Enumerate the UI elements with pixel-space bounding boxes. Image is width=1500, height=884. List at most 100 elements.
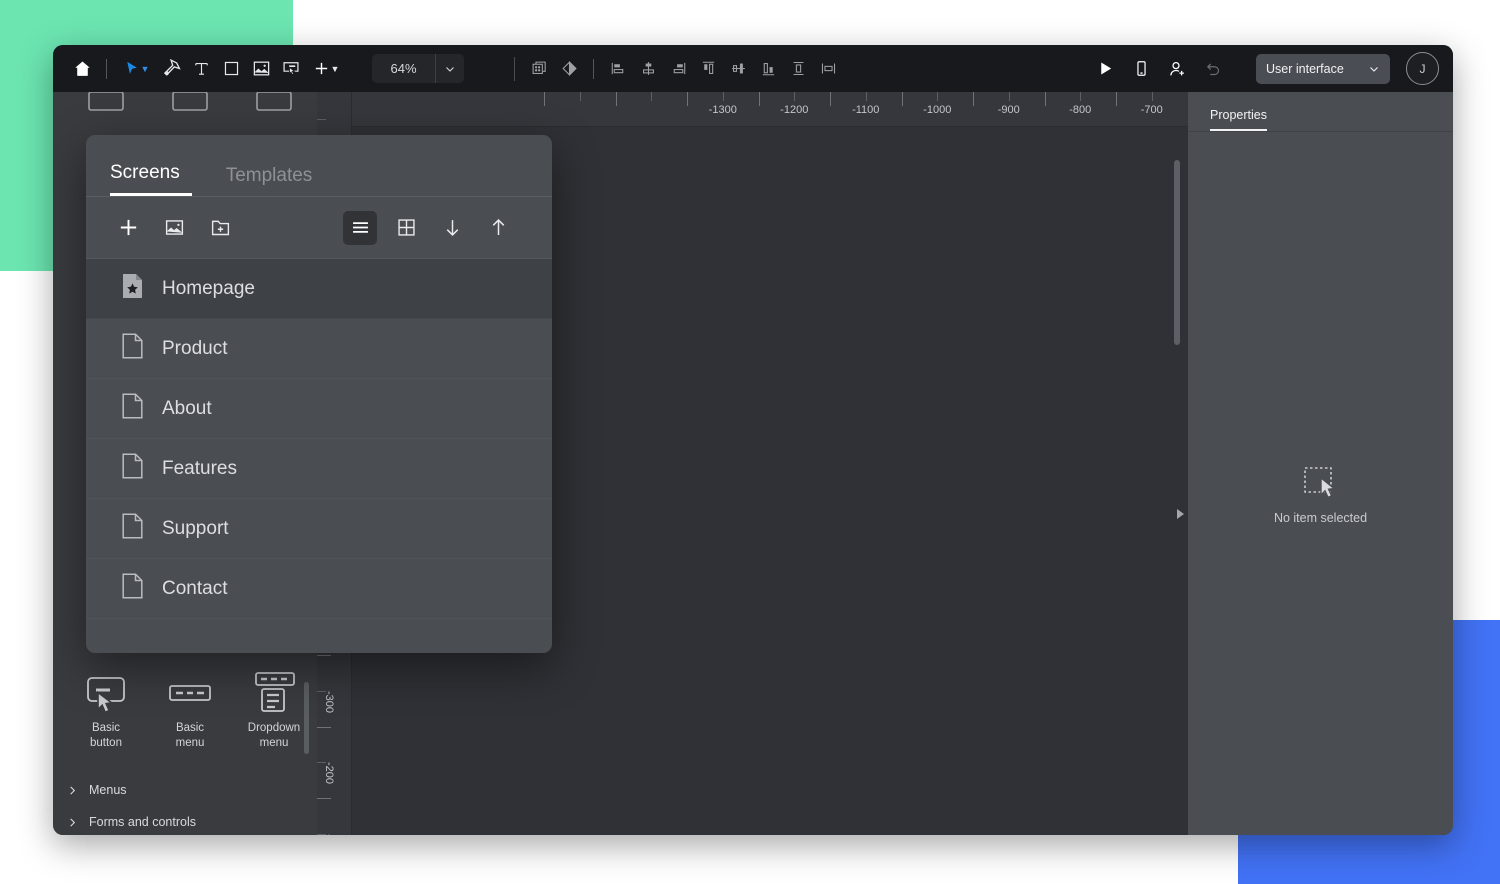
ruler-tick-minor (865, 92, 867, 101)
dropdown-menu-icon (243, 672, 305, 718)
screen-item-about[interactable]: About (86, 379, 552, 439)
screen-item-homepage[interactable]: Homepage (86, 259, 552, 319)
screen-item-product[interactable]: Product (86, 319, 552, 379)
ruler-label: -1000 (923, 104, 952, 116)
screens-popover-toolbar (86, 197, 552, 259)
horizontal-ruler[interactable]: -1300-1200-1100-1000-900-800-700-600-500 (317, 92, 1189, 127)
align-middle-vertical-icon[interactable] (723, 54, 753, 84)
page-icon (122, 453, 143, 484)
ruler-label: -900 (997, 104, 1020, 116)
screen-item-contact[interactable]: Contact (86, 559, 552, 619)
toolbar-right-group: User interface J (1090, 52, 1439, 85)
zoom-value[interactable]: 64% (372, 54, 435, 83)
screen-item-label: About (162, 397, 212, 419)
library-category-menus[interactable]: Menus (53, 774, 317, 806)
invite-user-icon[interactable] (1162, 54, 1192, 84)
avatar[interactable]: J (1406, 52, 1439, 85)
interactive-element-tool-icon[interactable] (276, 54, 306, 84)
page-icon (122, 333, 143, 364)
ruler-label: -200 (323, 762, 335, 785)
page-icon (122, 573, 143, 604)
component-icon[interactable] (554, 54, 584, 84)
align-bottom-icon[interactable] (753, 54, 783, 84)
distribute-vertical-icon[interactable] (783, 54, 813, 84)
panel-collapse-arrow-icon[interactable] (1177, 509, 1184, 519)
ruler-tick (758, 92, 760, 106)
chevron-down-icon[interactable] (436, 54, 464, 83)
library-category-forms-and-controls[interactable]: Forms and controls (53, 806, 317, 835)
screen-item-label: Product (162, 337, 228, 359)
screens-list: Homepage Product About Features Support … (86, 259, 552, 619)
library-item-basic-menu[interactable]: Basic menu (159, 672, 221, 751)
screen-item-label: Contact (162, 577, 228, 599)
ruler-tick (317, 655, 331, 656)
ruler-tick (687, 92, 688, 106)
align-right-icon[interactable] (663, 54, 693, 84)
pen-tool-icon[interactable] (156, 54, 186, 84)
chevron-down-icon[interactable]: ▼ (331, 64, 340, 74)
placeholder-icon (159, 92, 221, 124)
library-item[interactable] (159, 92, 221, 124)
chevron-down-icon[interactable]: ▼ (141, 64, 150, 74)
chevron-down-icon (1370, 66, 1378, 72)
ruler-tick (615, 92, 617, 106)
add-tool-icon[interactable]: ▼ (306, 54, 346, 84)
screens-popover-tabbar: Screens Templates (86, 135, 552, 197)
tab-properties[interactable]: Properties (1210, 108, 1267, 131)
screen-item-features[interactable]: Features (86, 439, 552, 499)
properties-tabbar: Properties (1188, 92, 1453, 132)
chevron-right-icon (70, 817, 76, 827)
library-item-basic-button[interactable]: Basic button (75, 672, 137, 751)
screen-root: ▼ ▼ 64% User interface J Basic button Ba… (0, 0, 1500, 884)
sort-ascending-icon[interactable] (481, 211, 515, 245)
zoom-control[interactable]: 64% (372, 54, 464, 83)
add-image-icon[interactable] (157, 211, 191, 245)
select-tool-icon[interactable]: ▼ (116, 54, 156, 84)
ruler-tick-minor (1080, 92, 1082, 101)
ruler-tick (317, 798, 331, 799)
library-label-line2: menu (175, 737, 205, 749)
properties-empty-text: No item selected (1273, 511, 1368, 525)
screen-item-support[interactable]: Support (86, 499, 552, 559)
add-folder-icon[interactable] (203, 211, 237, 245)
tab-screens[interactable]: Screens (110, 162, 192, 196)
library-item[interactable] (243, 92, 305, 124)
sort-descending-icon[interactable] (435, 211, 469, 245)
ruler-tick-minor (794, 92, 796, 101)
add-screen-icon[interactable] (111, 211, 145, 245)
ruler-tick (973, 92, 974, 106)
app-window: ▼ ▼ 64% User interface J Basic button Ba… (53, 45, 1453, 835)
duplicate-icon[interactable] (524, 54, 554, 84)
library-item-dropdown-menu[interactable]: Dropdown menu (243, 672, 305, 751)
home-icon[interactable] (67, 54, 97, 84)
project-select[interactable]: User interface (1256, 53, 1390, 84)
ruler-tick-minor (937, 92, 939, 101)
library-label-line2: button (90, 737, 122, 749)
image-tool-icon[interactable] (246, 54, 276, 84)
distribute-horizontal-icon[interactable] (813, 54, 843, 84)
align-left-icon[interactable] (603, 54, 633, 84)
grid-view-icon[interactable] (389, 211, 423, 245)
list-view-icon[interactable] (343, 210, 377, 245)
rectangle-tool-icon[interactable] (216, 54, 246, 84)
library-panel-scrollbar[interactable] (304, 682, 309, 754)
text-tool-icon[interactable] (186, 54, 216, 84)
screen-item-label: Features (162, 457, 237, 479)
align-center-horizontal-icon[interactable] (633, 54, 663, 84)
library-row-components: Basic button Basic menu Dropdown menu (53, 672, 317, 751)
device-preview-icon[interactable] (1126, 54, 1156, 84)
tab-templates[interactable]: Templates (226, 165, 325, 196)
ruler-tick (901, 92, 903, 106)
align-top-icon[interactable] (693, 54, 723, 84)
project-select-value: User interface (1266, 61, 1344, 76)
preview-play-icon[interactable] (1090, 54, 1120, 84)
placeholder-icon (75, 92, 137, 124)
library-item[interactable] (75, 92, 137, 124)
basic-button-icon (75, 672, 137, 718)
properties-panel: Properties No item selected (1188, 92, 1453, 835)
basic-menu-icon (159, 672, 221, 718)
canvas-vertical-scrollbar[interactable] (1174, 160, 1180, 345)
library-category-label: Forms and controls (89, 815, 196, 829)
library-label-line1: Basic (175, 722, 205, 734)
undo-icon[interactable] (1198, 54, 1228, 84)
